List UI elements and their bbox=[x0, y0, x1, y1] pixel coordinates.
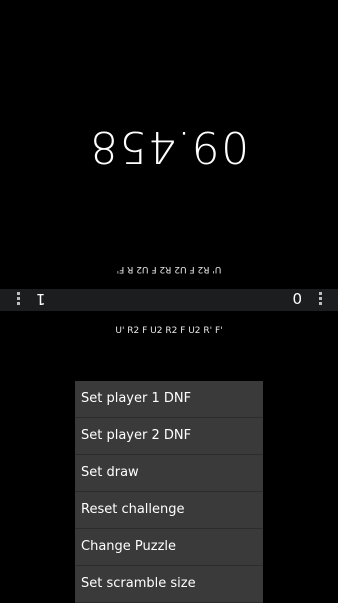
player1-scramble: U' R2 F U2 R2 F U2 R F' bbox=[116, 264, 222, 274]
menu-item-set-player1-dnf[interactable]: Set player 1 DNF bbox=[75, 381, 263, 418]
menu-item-set-draw[interactable]: Set draw bbox=[75, 455, 263, 492]
player2-scramble: U' R2 F U2 R2 F U2 R' F' bbox=[115, 326, 223, 336]
context-menu: Set player 1 DNF Set player 2 DNF Set dr… bbox=[75, 381, 263, 603]
player1-score: 1 bbox=[36, 290, 46, 308]
overflow-menu-icon[interactable] bbox=[317, 292, 323, 305]
menu-item-change-puzzle[interactable]: Change Puzzle bbox=[75, 529, 263, 566]
player1-timer: 09.458 bbox=[89, 121, 249, 172]
menu-item-set-player2-dnf[interactable]: Set player 2 DNF bbox=[75, 418, 263, 455]
menu-item-set-scramble-size[interactable]: Set scramble size bbox=[75, 566, 263, 603]
player2-score: 0 bbox=[292, 290, 302, 308]
score-bar: 1 0 bbox=[0, 289, 338, 311]
overflow-menu-icon[interactable] bbox=[15, 292, 21, 305]
menu-item-reset-challenge[interactable]: Reset challenge bbox=[75, 492, 263, 529]
player1-panel[interactable]: 09.458 U' R2 F U2 R2 F U2 R F' bbox=[0, 0, 338, 290]
